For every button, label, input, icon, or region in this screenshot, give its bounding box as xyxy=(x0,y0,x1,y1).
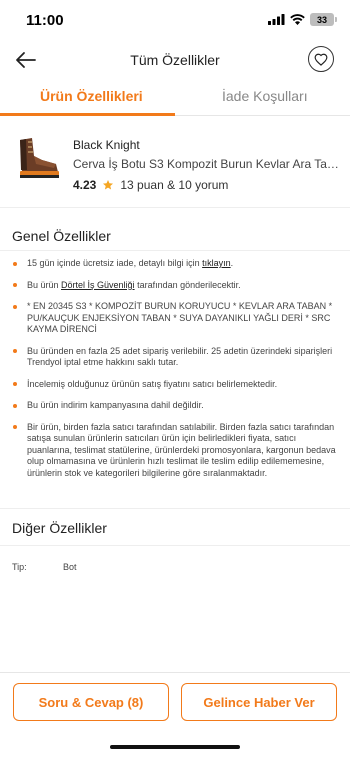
section-divider xyxy=(0,250,350,251)
product-image xyxy=(12,130,62,192)
home-indicator[interactable] xyxy=(110,745,240,749)
rating-value: 4.23 xyxy=(73,178,97,192)
active-tab-indicator xyxy=(0,113,175,116)
feature-text: Bu ürün indirim kampanyasına dahil değil… xyxy=(27,400,204,410)
feature-text: * EN 20345 S3 * KOMPOZİT BURUN KORUYUCU … xyxy=(27,301,333,334)
questions-answers-button[interactable]: Soru & Cevap (8) xyxy=(13,683,169,721)
section-divider xyxy=(0,508,350,509)
product-name: Cerva İş Botu S3 Kompozit Burun Kevlar A… xyxy=(73,157,339,171)
status-icons: 33 xyxy=(268,13,337,26)
review-count: 13 puan & 10 yorum xyxy=(120,178,229,192)
battery-icon: 33 xyxy=(310,13,337,26)
feature-item: Bu üründen en fazla 25 adet sipariş veri… xyxy=(12,346,338,369)
product-rating: 4.23 13 puan & 10 yorum xyxy=(73,178,228,192)
battery-level: 33 xyxy=(316,14,327,25)
status-time: 11:00 xyxy=(26,12,64,29)
feature-text: 15 gün içinde ücretsiz iade, detaylı bil… xyxy=(27,258,203,268)
status-bar: 11:00 33 xyxy=(0,0,350,40)
tab-product-features[interactable]: Ürün Özellikleri xyxy=(40,88,143,104)
section-title-other: Diğer Özellikler xyxy=(12,520,107,536)
tab-return-conditions[interactable]: İade Koşulları xyxy=(222,88,308,104)
feature-text-end: . xyxy=(230,258,234,268)
notify-me-button[interactable]: Gelince Haber Ver xyxy=(181,683,337,721)
feature-list: 15 gün içinde ücretsiz iade, detaylı bil… xyxy=(12,258,338,489)
favorite-button[interactable] xyxy=(308,46,334,72)
feature-item: İncelemiş olduğunuz ürünün satış fiyatın… xyxy=(12,379,338,391)
feature-text-end: tarafından gönderilecektir. xyxy=(134,279,241,290)
feature-text: Bu üründen en fazla 25 adet sipariş veri… xyxy=(27,345,333,368)
tab-bar: Ürün Özellikleri İade Koşulları xyxy=(0,82,350,116)
bottom-action-bar: Soru & Cevap (8) Gelince Haber Ver xyxy=(0,672,350,757)
signal-icon xyxy=(268,14,285,25)
feature-text: İncelemiş olduğunuz ürünün satış fiyatın… xyxy=(27,378,278,389)
feature-text: Bir ürün, birden fazla satıcı tarafından… xyxy=(27,421,336,478)
wifi-icon xyxy=(290,14,305,25)
product-summary[interactable]: Black Knight Cerva İş Botu S3 Kompozit B… xyxy=(0,118,350,208)
feature-item: * EN 20345 S3 * KOMPOZİT BURUN KORUYUCU … xyxy=(12,301,338,336)
feature-text: Bu ürün xyxy=(27,279,62,290)
spec-value: Bot xyxy=(63,562,77,572)
section-divider xyxy=(0,545,350,546)
nav-bar: Tüm Özellikler xyxy=(0,40,350,80)
spec-label: Tip: xyxy=(12,562,27,572)
feature-item: Bir ürün, birden fazla satıcı tarafından… xyxy=(12,422,338,480)
details-link[interactable]: tıklayın xyxy=(202,258,231,268)
page-title: Tüm Özellikler xyxy=(130,52,220,68)
section-title-general: Genel Özellikler xyxy=(12,228,111,244)
product-brand: Black Knight xyxy=(73,138,140,152)
feature-item: Bu ürün indirim kampanyasına dahil değil… xyxy=(12,400,338,412)
seller-link[interactable]: Dörtel İş Güvenliği xyxy=(61,280,135,290)
feature-item: Bu ürün Dörtel İş Güvenliği tarafından g… xyxy=(12,280,338,292)
feature-item: 15 gün içinde ücretsiz iade, detaylı bil… xyxy=(12,258,338,270)
star-icon xyxy=(103,180,114,190)
heart-icon xyxy=(314,53,328,66)
